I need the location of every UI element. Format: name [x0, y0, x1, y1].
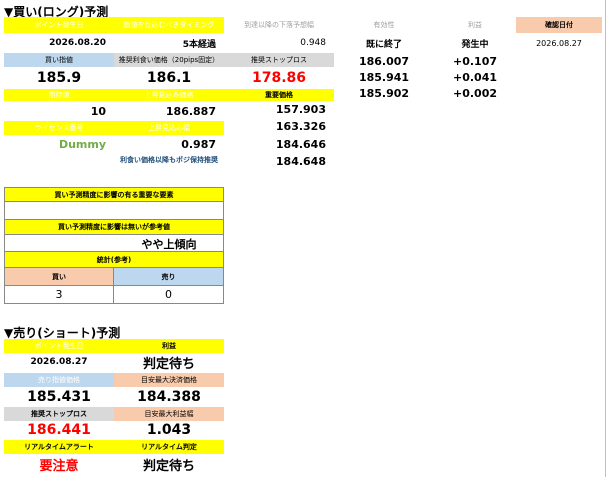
- important-price-1: 157.903: [275, 102, 326, 116]
- trend-value: やや上傾向: [141, 238, 197, 251]
- buy-upper-header: 上昇見込み価格: [114, 89, 224, 101]
- important-factors-header: 買い予測精度に影響の有る重要な要素: [4, 187, 224, 202]
- extra-diff-2: +0.041: [452, 70, 497, 84]
- buy-decision-header: 確認日付: [516, 17, 602, 33]
- important-price-3: 184.646: [275, 137, 326, 151]
- important-factors-cell: [4, 202, 224, 220]
- buy-profit-header: 利益: [468, 21, 482, 29]
- buy-expiry-header: 有効性: [373, 21, 395, 29]
- realtime-judge-header: リアルタイム判定: [114, 440, 224, 454]
- sell-max-profit-value: 1.043: [146, 422, 192, 438]
- sell-stoploss-header: 推奨ストップロス: [4, 407, 114, 421]
- buy-license-value: Dummy: [58, 137, 106, 151]
- sell-max-price-value: 184.388: [137, 389, 201, 405]
- buy-hold-note: 利食い価格以降もポジ保持推奨: [120, 156, 218, 164]
- buy-stoploss-header: 推奨ストップロス: [224, 53, 334, 67]
- extra-price-2: 185.941: [358, 70, 410, 84]
- page-right-border: [605, 0, 606, 477]
- sell-stoploss-value: 186.441: [27, 422, 91, 438]
- buy-decision-date: 2026.08.27: [536, 38, 582, 48]
- reference-factors-header: 買い予測精度に影響は無いが参考値: [4, 220, 224, 235]
- realtime-alert-value: 要注意: [39, 458, 79, 474]
- buy-upper2-value: 0.987: [181, 137, 216, 151]
- buy-profit-value: 発生中: [461, 39, 489, 50]
- buy-timing: 5本経過: [182, 39, 216, 50]
- buy-upper-value: 186.887: [165, 104, 216, 118]
- sell-max-price-header: 目安最大決済価格: [114, 373, 224, 387]
- extra-diff-3: +0.002: [452, 86, 497, 100]
- stats-buy-count: 3: [4, 286, 114, 304]
- buy-deadline-value: 0.948: [300, 38, 326, 48]
- buy-recommended-value: 186.1: [146, 70, 192, 86]
- sell-profit-header: 利益: [114, 339, 224, 353]
- buy-timing-header: 指値を仕込むべきタイミング: [114, 17, 224, 33]
- buy-point-date-header: ポイント発生日: [4, 17, 114, 33]
- buy-important-header: 重要価格: [224, 89, 334, 101]
- buy-deadline-header: 到達以降の下落予想幅: [244, 21, 314, 29]
- important-price-2: 163.326: [275, 119, 326, 133]
- sell-max-profit-header: 目安最大利益幅: [114, 407, 224, 421]
- stats-sell-label: 売り: [114, 268, 224, 286]
- buy-stoploss-value: 178.86: [251, 70, 307, 86]
- buy-upper2-header: 上昇見込み幅: [114, 121, 224, 135]
- extra-price-1: 186.007: [358, 54, 410, 68]
- realtime-judge-value: 判定待ち: [142, 458, 195, 474]
- sell-limit-header: 売り指値価格: [4, 373, 114, 387]
- buy-point-date: 2026.08.20: [49, 38, 106, 48]
- buy-limit-header: 買い指値: [4, 53, 114, 67]
- buy-expiry-value: 既に終了: [365, 39, 402, 50]
- extra-diff-1: +0.107: [452, 54, 497, 68]
- buy-period-value: 10: [90, 104, 106, 118]
- extra-price-3: 185.902: [358, 86, 410, 100]
- sell-limit-value: 185.431: [27, 389, 91, 405]
- important-price-4: 184.648: [275, 154, 326, 168]
- buy-license-header: ライセンス番号: [4, 121, 114, 135]
- buy-limit-value: 185.9: [36, 70, 82, 86]
- stats-header: 統計(参考): [4, 252, 224, 268]
- sell-point-date: 2026.08.27: [30, 357, 88, 367]
- buy-recommended-header: 推奨利食い価格（20pips固定）: [114, 53, 224, 67]
- stats-buy-label: 買い: [4, 268, 114, 286]
- sell-point-date-header: ポイント発生日: [4, 339, 114, 353]
- buy-period-header: 期待値: [4, 89, 114, 101]
- sell-profit-value: 判定待ち: [142, 356, 195, 372]
- stats-sell-count: 0: [114, 286, 224, 304]
- realtime-alert-header: リアルタイムアラート: [4, 440, 114, 454]
